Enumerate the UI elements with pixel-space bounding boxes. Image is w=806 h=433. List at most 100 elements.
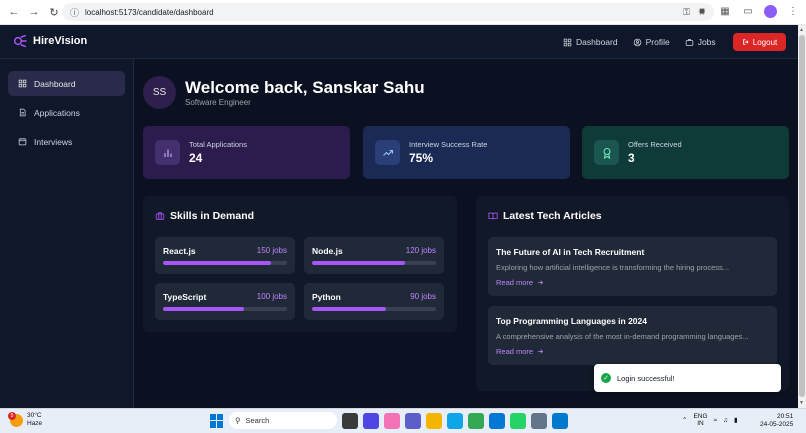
app-header: HireVision Dashboard Profile Jobs Logout <box>0 25 798 59</box>
toast-message: Login successful! <box>617 373 675 383</box>
back-icon[interactable]: ← <box>6 4 22 20</box>
article-description: Exploring how artificial intelligence is… <box>496 263 730 272</box>
language-code: ENG <box>693 413 708 420</box>
top-nav-dashboard[interactable]: Dashboard <box>563 37 618 47</box>
skill-progress-fill <box>312 307 387 311</box>
skill-progress-track <box>163 307 287 311</box>
sidebar-toggle-icon[interactable]: ▭ <box>741 4 755 18</box>
extension-icon[interactable]: ■ <box>695 4 709 18</box>
calendar-icon <box>18 138 27 146</box>
articles-panel-title: Latest Tech Articles <box>488 210 602 222</box>
key-icon[interactable]: ⚿ <box>683 7 690 18</box>
brand[interactable]: HireVision <box>12 33 87 49</box>
top-nav-profile[interactable]: Profile <box>633 37 670 47</box>
skill-name: Python <box>312 292 341 302</box>
top-nav-jobs[interactable]: Jobs <box>685 37 716 47</box>
search-icon: ⚲ <box>235 416 241 425</box>
user-role: Software Engineer <box>185 98 251 107</box>
volume-icon[interactable]: ♫ <box>723 417 728 424</box>
book-open-icon <box>488 212 498 220</box>
top-nav-label: Profile <box>645 37 670 47</box>
chrome-icon[interactable] <box>468 412 484 429</box>
sidebar-item-label: Applications <box>34 107 80 118</box>
skill-card-python: Python 90 jobs <box>304 283 444 320</box>
read-more-link[interactable]: Read more <box>496 347 544 356</box>
logout-button[interactable]: Logout <box>733 33 786 51</box>
windows-start-icon[interactable] <box>210 413 224 428</box>
stat-card-interview-success: Interview Success Rate 75% <box>363 126 570 179</box>
chevron-up-icon[interactable]: ⌃ <box>682 416 687 424</box>
browser-toolbar: ← → ↻ ⓘ localhost:5173/candidate/dashboa… <box>0 0 806 25</box>
taskbar: 5 30°C Haze ⚲ Search ⌃ ENG IN ≈ ♫ ▮ 20:5… <box>0 408 806 433</box>
stat-value: 75% <box>409 151 434 165</box>
skill-progress-fill <box>163 307 244 311</box>
notepad-icon[interactable] <box>531 412 547 429</box>
arrow-right-icon <box>538 349 544 354</box>
teams-icon[interactable] <box>405 412 421 429</box>
browser-profile-avatar[interactable] <box>764 4 777 18</box>
battery-icon[interactable]: ▮ <box>734 416 738 424</box>
sidebar-item-label: Interviews <box>34 136 73 147</box>
toast-notification[interactable]: ✓ Login successful! <box>594 364 781 392</box>
sidebar-item-applications[interactable]: Applications <box>8 100 125 125</box>
skills-panel-title: Skills in Demand <box>155 210 254 222</box>
url-text: localhost:5173/candidate/dashboard <box>85 7 214 17</box>
copilot-icon[interactable] <box>384 412 400 429</box>
language-indicator[interactable]: ENG IN <box>693 413 707 427</box>
taskbar-search[interactable]: ⚲ Search <box>229 412 337 429</box>
read-more-link[interactable]: Read more <box>496 278 544 287</box>
logout-icon <box>743 39 749 45</box>
skill-progress-track <box>163 261 287 265</box>
arrow-right-icon <box>538 280 544 285</box>
articles-panel: Latest Tech Articles The Future of AI in… <box>476 196 789 391</box>
outlook-icon[interactable] <box>489 412 505 429</box>
app-icon[interactable] <box>363 412 379 429</box>
edge-icon[interactable] <box>447 412 463 429</box>
skill-card-nodejs: Node.js 120 jobs <box>304 237 444 274</box>
check-circle-icon: ✓ <box>601 373 611 383</box>
scroll-up-icon[interactable]: ▲ <box>799 27 804 33</box>
sidebar-item-dashboard[interactable]: Dashboard <box>8 71 125 96</box>
skills-panel: Skills in Demand React.js 150 jobs Node.… <box>143 196 457 332</box>
weather-widget[interactable]: 5 30°C Haze <box>8 411 42 428</box>
clock[interactable]: 20:51 24-05-2025 <box>760 413 793 429</box>
sidebar-item-interviews[interactable]: Interviews <box>8 129 125 154</box>
skill-name: TypeScript <box>163 292 207 302</box>
weather-temperature: 30°C <box>27 412 42 419</box>
file-explorer-icon[interactable] <box>426 412 442 429</box>
wifi-icon[interactable]: ≈ <box>714 417 718 424</box>
scroll-thumb[interactable] <box>799 35 805 397</box>
award-icon <box>594 140 619 165</box>
stat-value: 24 <box>189 151 203 165</box>
vscode-icon[interactable] <box>552 412 568 429</box>
article-card[interactable]: Top Programming Languages in 2024 A comp… <box>488 306 777 365</box>
region-code: IN <box>697 420 704 427</box>
article-title: Top Programming Languages in 2024 <box>496 316 647 326</box>
page-scrollbar[interactable]: ▲ ▼ <box>798 25 806 408</box>
site-info-icon[interactable]: ⓘ <box>70 6 79 19</box>
brand-logo-icon <box>13 34 27 48</box>
user-circle-icon <box>633 38 641 46</box>
grid-icon <box>563 38 572 46</box>
skills-title-text: Skills in Demand <box>170 210 255 222</box>
task-view-icon[interactable] <box>342 412 358 429</box>
article-description: A comprehensive analysis of the most in-… <box>496 332 749 341</box>
menu-dots-icon[interactable]: ⋮ <box>786 4 800 18</box>
briefcase-icon <box>155 212 165 220</box>
grid-icon <box>18 79 27 88</box>
stat-label: Total Applications <box>189 140 247 149</box>
sidebar: Dashboard Applications Interviews <box>0 59 134 408</box>
reload-icon[interactable]: ↻ <box>46 4 62 20</box>
address-bar[interactable]: ⓘ localhost:5173/candidate/dashboard ⚿ ☆ <box>62 3 714 21</box>
extensions-puzzle-icon[interactable]: ▦ <box>718 4 732 18</box>
scroll-down-icon[interactable]: ▼ <box>799 400 804 406</box>
brand-name: HireVision <box>33 35 88 47</box>
forward-icon[interactable]: → <box>26 4 42 20</box>
whatsapp-icon[interactable] <box>510 412 526 429</box>
logout-label: Logout <box>752 37 778 47</box>
bar-chart-icon <box>155 140 180 165</box>
stat-label: Interview Success Rate <box>409 140 488 149</box>
skill-card-typescript: TypeScript 100 jobs <box>155 283 295 320</box>
skill-progress-fill <box>163 261 271 265</box>
article-card[interactable]: The Future of AI in Tech Recruitment Exp… <box>488 237 777 296</box>
